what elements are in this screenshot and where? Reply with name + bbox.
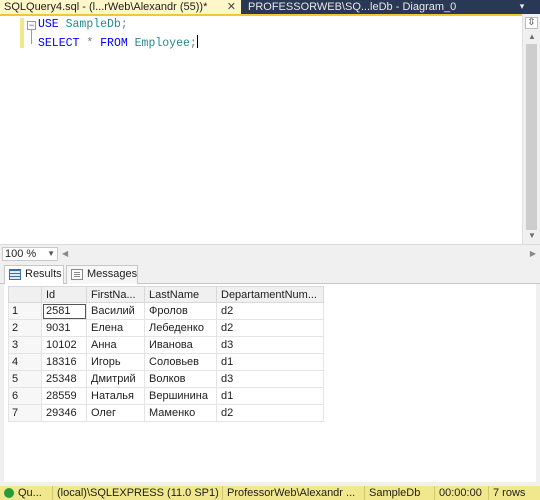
cell-firstname[interactable]: Анна [86, 336, 145, 354]
identifier-table: Employee [134, 37, 190, 50]
editor-vertical-scrollbar[interactable]: ⇳ ▲ ▼ [522, 14, 540, 244]
column-header-departament[interactable]: DepartamentNum... [216, 286, 324, 303]
table-row[interactable]: 4 18316 Игорь Соловьев d1 [8, 353, 324, 371]
table-row[interactable]: 6 28559 Наталья Вершинина d1 [8, 387, 324, 405]
status-database: SampleDb [364, 486, 434, 500]
cell-id[interactable]: 29346 [41, 404, 87, 422]
column-header-id[interactable]: Id [41, 286, 87, 303]
cell-lastname[interactable]: Маменко [144, 404, 217, 422]
messages-icon [71, 269, 83, 280]
cell-lastname[interactable]: Иванова [144, 336, 217, 354]
cell-lastname[interactable]: Вершинина [144, 387, 217, 405]
semicolon: ; [189, 37, 197, 50]
cell-id[interactable]: 2581 [41, 302, 87, 320]
cell-department[interactable]: d2 [216, 302, 324, 320]
scroll-up-icon[interactable]: ▲ [527, 32, 537, 42]
changed-lines-marker [20, 18, 24, 48]
results-grid-area: Id FirstNa... LastName DepartamentNum...… [0, 284, 540, 486]
cell-lastname[interactable]: Соловьев [144, 353, 217, 371]
status-server: (local)\SQLEXPRESS (11.0 SP1) [52, 486, 222, 500]
cell-lastname[interactable]: Фролов [144, 302, 217, 320]
status-bar: Qu... (local)\SQLEXPRESS (11.0 SP1) Prof… [0, 486, 540, 500]
status-user: ProfessorWeb\Alexandr ... [222, 486, 364, 500]
keyword-from: FROM [100, 37, 128, 50]
scroll-thumb[interactable] [526, 44, 537, 230]
status-state-text: Qu... [18, 487, 42, 499]
scroll-left-icon[interactable]: ◀ [62, 249, 68, 258]
cell-id[interactable]: 25348 [41, 370, 87, 388]
row-number[interactable]: 2 [8, 319, 42, 337]
cell-id[interactable]: 28559 [41, 387, 87, 405]
text-caret [196, 35, 198, 48]
scroll-right-icon[interactable]: ▶ [530, 249, 536, 258]
tab-diagram-label: PROFESSORWEB\SQ...leDb - Diagram_0 [248, 1, 457, 13]
row-number[interactable]: 1 [8, 302, 42, 320]
status-row-count: 7 rows [488, 486, 540, 500]
tab-messages[interactable]: Messages [66, 265, 138, 284]
row-number[interactable]: 5 [8, 370, 42, 388]
row-number[interactable]: 4 [8, 353, 42, 371]
cell-department[interactable]: d2 [216, 319, 324, 337]
semicolon: ; [120, 18, 128, 31]
cell-department[interactable]: d1 [216, 387, 324, 405]
status-elapsed-time: 00:00:00 [434, 486, 488, 500]
row-number[interactable]: 3 [8, 336, 42, 354]
chevron-down-icon: ▼ [47, 249, 55, 258]
code-line-1[interactable]: USE SampleDb; [38, 18, 128, 32]
column-header-firstname[interactable]: FirstNa... [86, 286, 145, 303]
star-operator: * [86, 37, 94, 50]
collapse-region-icon[interactable]: − [27, 21, 36, 30]
outline-guide [31, 30, 32, 44]
cell-firstname[interactable]: Игорь [86, 353, 145, 371]
tab-results[interactable]: Results [4, 265, 64, 284]
table-row[interactable]: 2 9031 Елена Лебеденко d2 [8, 319, 324, 337]
cell-firstname[interactable]: Василий [86, 302, 145, 320]
row-number[interactable]: 7 [8, 404, 42, 422]
success-icon [4, 488, 14, 498]
cell-department[interactable]: d3 [216, 370, 324, 388]
cell-lastname[interactable]: Лебеденко [144, 319, 217, 337]
zoom-select[interactable]: 100 % ▼ [2, 247, 58, 261]
cell-department[interactable]: d2 [216, 404, 324, 422]
tab-sqlquery4[interactable]: SQLQuery4.sql - (l...rWeb\Alexandr (55))… [0, 0, 241, 14]
cell-department[interactable]: d3 [216, 336, 324, 354]
grid-corner[interactable] [8, 286, 42, 303]
row-number[interactable]: 6 [8, 387, 42, 405]
cell-firstname[interactable]: Дмитрий [86, 370, 145, 388]
cell-id[interactable]: 9031 [41, 319, 87, 337]
tab-list-dropdown-icon[interactable]: ▾ [516, 0, 528, 14]
tab-diagram[interactable]: PROFESSORWEB\SQ...leDb - Diagram_0 [244, 0, 474, 14]
close-tab-icon[interactable]: ✕ [227, 0, 236, 14]
tab-results-label: Results [25, 268, 62, 280]
cell-firstname[interactable]: Наталья [86, 387, 145, 405]
status-query-state: Qu... [0, 486, 52, 500]
column-header-lastname[interactable]: LastName [144, 286, 217, 303]
scroll-down-icon[interactable]: ▼ [527, 231, 537, 241]
cell-department[interactable]: d1 [216, 353, 324, 371]
grid-header-row: Id FirstNa... LastName DepartamentNum... [8, 286, 324, 303]
results-grid[interactable]: Id FirstNa... LastName DepartamentNum...… [8, 286, 324, 422]
zoom-bar: 100 % ▼ ◀ ▶ [0, 244, 540, 262]
cell-id[interactable]: 18316 [41, 353, 87, 371]
split-window-icon[interactable]: ⇳ [525, 17, 538, 29]
document-tab-bar: SQLQuery4.sql - (l...rWeb\Alexandr (55))… [0, 0, 540, 14]
table-row[interactable]: 7 29346 Олег Маменко d2 [8, 404, 324, 422]
keyword-use: USE [38, 18, 59, 31]
cell-firstname[interactable]: Олег [86, 404, 145, 422]
keyword-select: SELECT [38, 37, 80, 50]
table-row[interactable]: 3 10102 Анна Иванова d3 [8, 336, 324, 354]
cell-lastname[interactable]: Волков [144, 370, 217, 388]
table-row[interactable]: 1 2581 Василий Фролов d2 [8, 302, 324, 320]
grid-icon [9, 269, 21, 280]
results-tab-strip: Results Messages [0, 262, 540, 284]
code-line-2[interactable]: SELECT * FROM Employee; [38, 35, 198, 51]
cell-firstname[interactable]: Елена [86, 319, 145, 337]
identifier-database: SampleDb [65, 18, 121, 31]
tab-messages-label: Messages [87, 268, 138, 280]
table-row[interactable]: 5 25348 Дмитрий Волков d3 [8, 370, 324, 388]
tab-sqlquery4-label: SQLQuery4.sql - (l...rWeb\Alexandr (55))… [4, 1, 208, 13]
zoom-value: 100 % [5, 248, 37, 260]
cell-id[interactable]: 10102 [41, 336, 87, 354]
query-editor[interactable]: − USE SampleDb; SELECT * FROM Employee; [0, 14, 540, 244]
